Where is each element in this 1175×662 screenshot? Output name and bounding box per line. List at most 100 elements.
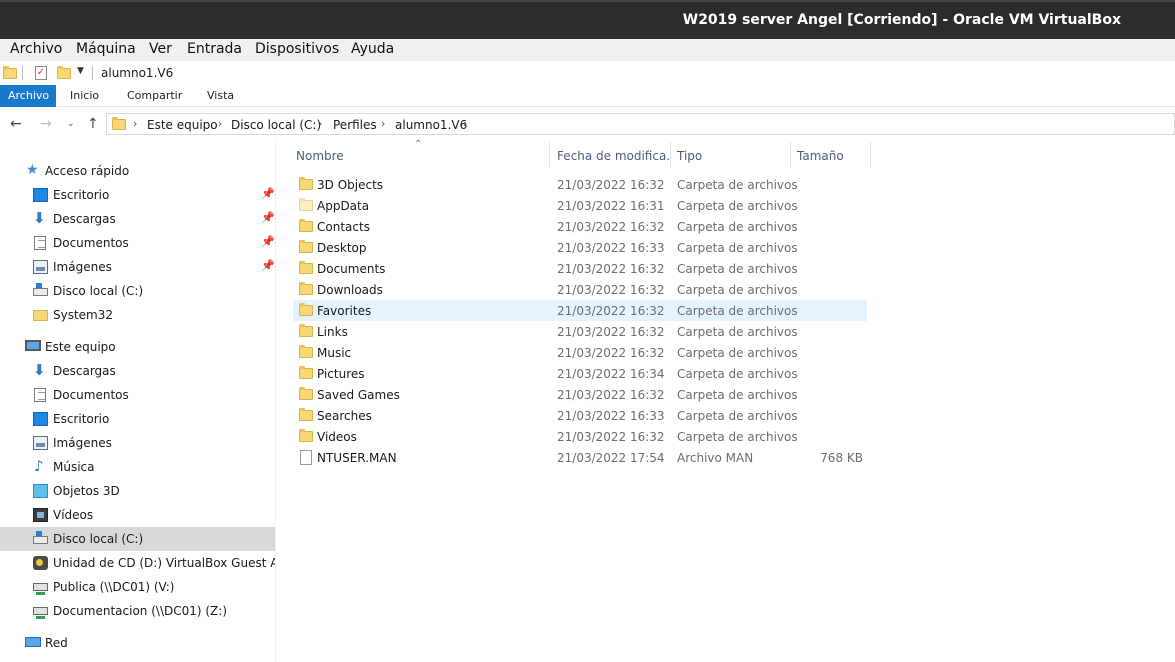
up-arrow-icon[interactable]: ↑ xyxy=(87,116,99,132)
nav-item-publica[interactable]: Publica (\\DC01) (V:) xyxy=(0,575,275,599)
menu-ayuda[interactable]: Ayuda xyxy=(351,41,394,57)
download-icon: ⬇ xyxy=(33,361,46,379)
nav-item-disco-local[interactable]: Disco local (C:) xyxy=(0,527,275,551)
file-name: NTUSER.MAN xyxy=(317,451,397,465)
file-name: Music xyxy=(317,346,352,360)
nav-item-escritorio-pc[interactable]: Escritorio xyxy=(0,407,275,431)
menu-maquina[interactable]: Máquina xyxy=(76,41,136,57)
folder-icon xyxy=(299,408,313,421)
nav-label: Documentacion (\\DC01) (Z:) xyxy=(53,604,227,618)
menu-ver[interactable]: Ver xyxy=(149,41,172,57)
file-type: Carpeta de archivos xyxy=(677,409,798,423)
file-row[interactable]: Saved Games 21/03/2022 16:32 Carpeta de … xyxy=(293,384,867,405)
3d-objects-icon xyxy=(33,484,48,498)
nav-acceso-rapido[interactable]: ★ Acceso rápido xyxy=(0,159,275,183)
nav-item-objetos-3d[interactable]: Objetos 3D xyxy=(0,479,275,503)
breadcrumb-alumno1[interactable]: alumno1.V6 xyxy=(395,118,467,132)
tab-compartir[interactable]: Compartir xyxy=(127,89,182,102)
nav-item-escritorio[interactable]: Escritorio 📌 xyxy=(0,183,275,207)
tab-archivo[interactable]: Archivo xyxy=(0,85,56,107)
forward-arrow-icon[interactable]: → xyxy=(40,116,52,132)
back-arrow-icon[interactable]: ← xyxy=(10,116,22,132)
breadcrumb-este-equipo[interactable]: Este equipo xyxy=(147,118,218,132)
breadcrumb-perfiles[interactable]: Perfiles xyxy=(333,118,377,132)
video-icon xyxy=(33,508,48,522)
file-list[interactable]: ⌃ Nombre Fecha de modifica... Tipo Tamañ… xyxy=(277,139,1175,662)
breadcrumb-separator-icon[interactable]: › xyxy=(381,117,385,130)
file-row[interactable]: Favorites 21/03/2022 16:32 Carpeta de ar… xyxy=(293,300,867,321)
nav-item-descargas-pc[interactable]: ⬇ Descargas xyxy=(0,359,275,383)
column-header-name[interactable]: Nombre xyxy=(290,142,550,168)
column-header-type[interactable]: Tipo xyxy=(671,142,791,168)
column-header-date[interactable]: Fecha de modifica... xyxy=(551,142,671,168)
nav-item-descargas[interactable]: ⬇ Descargas 📌 xyxy=(0,207,275,231)
quick-access-toolbar: ✓ ▼ alumno1.V6 xyxy=(0,61,1175,85)
file-name: Saved Games xyxy=(317,388,400,402)
image-icon xyxy=(33,260,48,274)
file-row[interactable]: Videos 21/03/2022 16:32 Carpeta de archi… xyxy=(293,426,867,447)
nav-item-documentos[interactable]: Documentos 📌 xyxy=(0,231,275,255)
recent-locations-chevron-icon[interactable]: ⌄ xyxy=(67,119,75,129)
nav-item-cd-drive[interactable]: Unidad de CD (D:) VirtualBox Guest Addit… xyxy=(0,551,275,575)
file-date: 21/03/2022 16:33 xyxy=(557,409,665,423)
new-folder-icon[interactable] xyxy=(57,66,71,79)
nav-label: Escritorio xyxy=(53,412,110,426)
download-icon: ⬇ xyxy=(33,209,46,227)
address-bar[interactable]: › Este equipo › Disco local (C:) › Perfi… xyxy=(106,113,1175,135)
nav-label: Documentos xyxy=(53,388,129,402)
nav-item-documentos-pc[interactable]: Documentos xyxy=(0,383,275,407)
file-name: Searches xyxy=(317,409,372,423)
file-row[interactable]: Searches 21/03/2022 16:33 Carpeta de arc… xyxy=(293,405,867,426)
file-row[interactable]: Documents 21/03/2022 16:32 Carpeta de ar… xyxy=(293,258,867,279)
customize-dropdown-icon[interactable]: ▼ xyxy=(77,66,84,76)
nav-item-documentacion[interactable]: Documentacion (\\DC01) (Z:) xyxy=(0,599,275,623)
breadcrumb-separator-icon[interactable]: › xyxy=(463,117,467,130)
file-type: Carpeta de archivos xyxy=(677,178,798,192)
breadcrumb-separator-icon[interactable]: › xyxy=(133,117,137,130)
navigation-pane[interactable]: ★ Acceso rápido Escritorio 📌 ⬇ Descargas… xyxy=(0,142,276,662)
menu-entrada[interactable]: Entrada xyxy=(187,41,242,57)
breadcrumb-separator-icon[interactable]: › xyxy=(218,117,222,130)
tab-inicio[interactable]: Inicio xyxy=(70,89,99,102)
column-header-size[interactable]: Tamaño xyxy=(791,142,871,168)
nav-label: Música xyxy=(53,460,95,474)
file-row[interactable]: Music 21/03/2022 16:32 Carpeta de archiv… xyxy=(293,342,867,363)
computer-icon xyxy=(25,340,41,351)
pin-icon[interactable]: 📌 xyxy=(261,235,275,248)
breadcrumb-separator-icon[interactable]: › xyxy=(318,117,322,130)
menu-archivo[interactable]: Archivo xyxy=(10,41,62,57)
folder-icon[interactable] xyxy=(3,66,17,79)
star-icon: ★ xyxy=(26,162,39,178)
properties-icon[interactable]: ✓ xyxy=(35,66,47,80)
vbox-menu-bar: Archivo Máquina Ver Entrada Dispositivos… xyxy=(0,39,1175,61)
nav-item-disco-local-quick[interactable]: Disco local (C:) xyxy=(0,279,275,303)
folder-icon xyxy=(299,324,313,337)
nav-item-musica[interactable]: ♪ Música xyxy=(0,455,275,479)
pin-icon[interactable]: 📌 xyxy=(261,259,275,272)
file-date: 21/03/2022 16:32 xyxy=(557,325,665,339)
vbox-title-bar[interactable]: W2019 server Angel [Corriendo] - Oracle … xyxy=(0,0,1175,39)
file-row[interactable]: NTUSER.MAN 21/03/2022 17:54 Archivo MAN … xyxy=(293,447,867,468)
file-row[interactable]: Pictures 21/03/2022 16:34 Carpeta de arc… xyxy=(293,363,867,384)
file-row[interactable]: 3D Objects 21/03/2022 16:32 Carpeta de a… xyxy=(293,174,867,195)
nav-item-imagenes[interactable]: Imágenes 📌 xyxy=(0,255,275,279)
file-row[interactable]: AppData 21/03/2022 16:31 Carpeta de arch… xyxy=(293,195,867,216)
tab-vista[interactable]: Vista xyxy=(207,89,234,102)
nav-item-system32[interactable]: System32 xyxy=(0,303,275,327)
nav-item-imagenes-pc[interactable]: Imágenes xyxy=(0,431,275,455)
pin-icon[interactable]: 📌 xyxy=(261,187,275,200)
file-row[interactable]: Contacts 21/03/2022 16:32 Carpeta de arc… xyxy=(293,216,867,237)
nav-item-videos[interactable]: Vídeos xyxy=(0,503,275,527)
file-row[interactable]: Desktop 21/03/2022 16:33 Carpeta de arch… xyxy=(293,237,867,258)
nav-este-equipo[interactable]: Este equipo xyxy=(0,335,275,359)
menu-dispositivos[interactable]: Dispositivos xyxy=(255,41,339,57)
file-row[interactable]: Downloads 21/03/2022 16:32 Carpeta de ar… xyxy=(293,279,867,300)
desktop-icon xyxy=(33,412,48,426)
breadcrumb-disco-local[interactable]: Disco local (C:) xyxy=(231,118,321,132)
nav-red[interactable]: Red xyxy=(0,631,275,655)
file-name: Downloads xyxy=(317,283,383,297)
file-row[interactable]: Links 21/03/2022 16:32 Carpeta de archiv… xyxy=(293,321,867,342)
window-title: W2019 server Angel [Corriendo] - Oracle … xyxy=(682,12,1121,28)
pin-icon[interactable]: 📌 xyxy=(261,211,275,224)
nav-label: System32 xyxy=(53,308,114,322)
